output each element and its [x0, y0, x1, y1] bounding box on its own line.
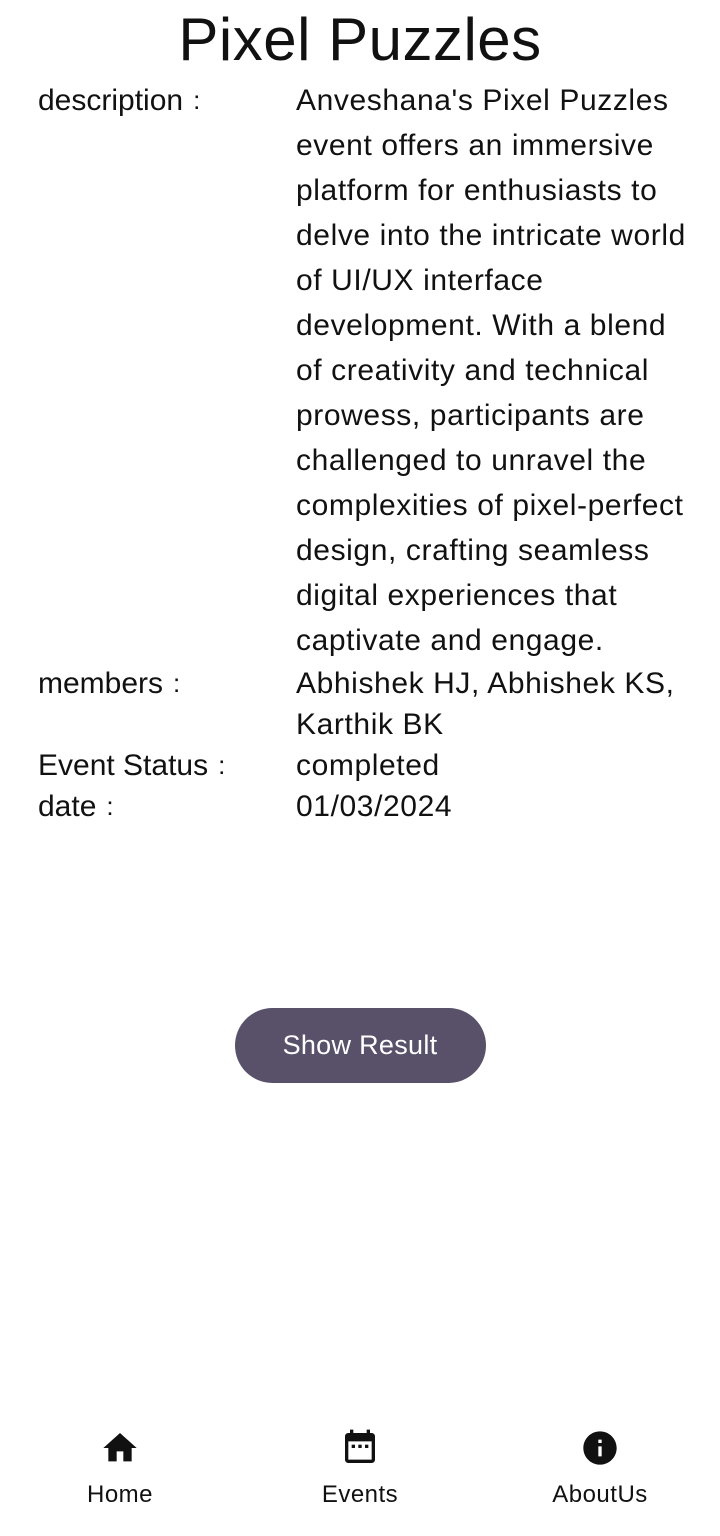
members-label: members [38, 667, 164, 700]
nav-item-events[interactable]: Events [260, 1410, 460, 1536]
status-label-group: Event Status : [38, 745, 296, 786]
description-label: description [38, 84, 184, 117]
calendar-icon [345, 1429, 375, 1463]
status-label: Event Status [38, 749, 209, 782]
status-separator: : [218, 750, 226, 780]
nav-label-aboutus: AboutUs [552, 1481, 648, 1508]
page-title: Pixel Puzzles [178, 6, 542, 73]
bottom-navigation: Home Events AboutUs [0, 1410, 720, 1536]
nav-item-home[interactable]: Home [20, 1410, 220, 1536]
result-action-container: Show Result [0, 1008, 720, 1083]
info-icon [583, 1431, 617, 1465]
event-details-screen: Pixel Puzzles description : Anveshana's … [0, 0, 720, 1536]
date-value: 01/03/2024 [296, 790, 453, 823]
nav-item-aboutus[interactable]: AboutUs [500, 1410, 700, 1536]
date-row: date : 01/03/2024 [38, 786, 688, 827]
nav-label-events: Events [321, 1481, 399, 1508]
event-details: description : Anveshana's Pixel Puzzles … [38, 78, 688, 827]
description-label-group: description : [38, 78, 296, 123]
date-separator: : [106, 791, 114, 821]
home-icon [103, 1433, 137, 1462]
members-separator: : [173, 668, 181, 698]
members-label-group: members : [38, 663, 296, 704]
status-row: Event Status : completed [38, 745, 688, 786]
members-row: members : Abhishek HJ, Abhishek KS, Kart… [38, 663, 688, 745]
members-value: Abhishek HJ, Abhishek KS, Karthik BK [296, 667, 675, 741]
description-separator: : [193, 85, 201, 115]
description-row: description : Anveshana's Pixel Puzzles … [38, 78, 688, 663]
nav-label-home: Home [86, 1481, 154, 1508]
date-label: date [38, 790, 97, 823]
date-label-group: date : [38, 786, 296, 827]
show-result-button[interactable]: Show Result [234, 1008, 486, 1083]
description-value: Anveshana's Pixel Puzzles event offers a… [296, 84, 686, 657]
status-value: completed [296, 749, 440, 782]
